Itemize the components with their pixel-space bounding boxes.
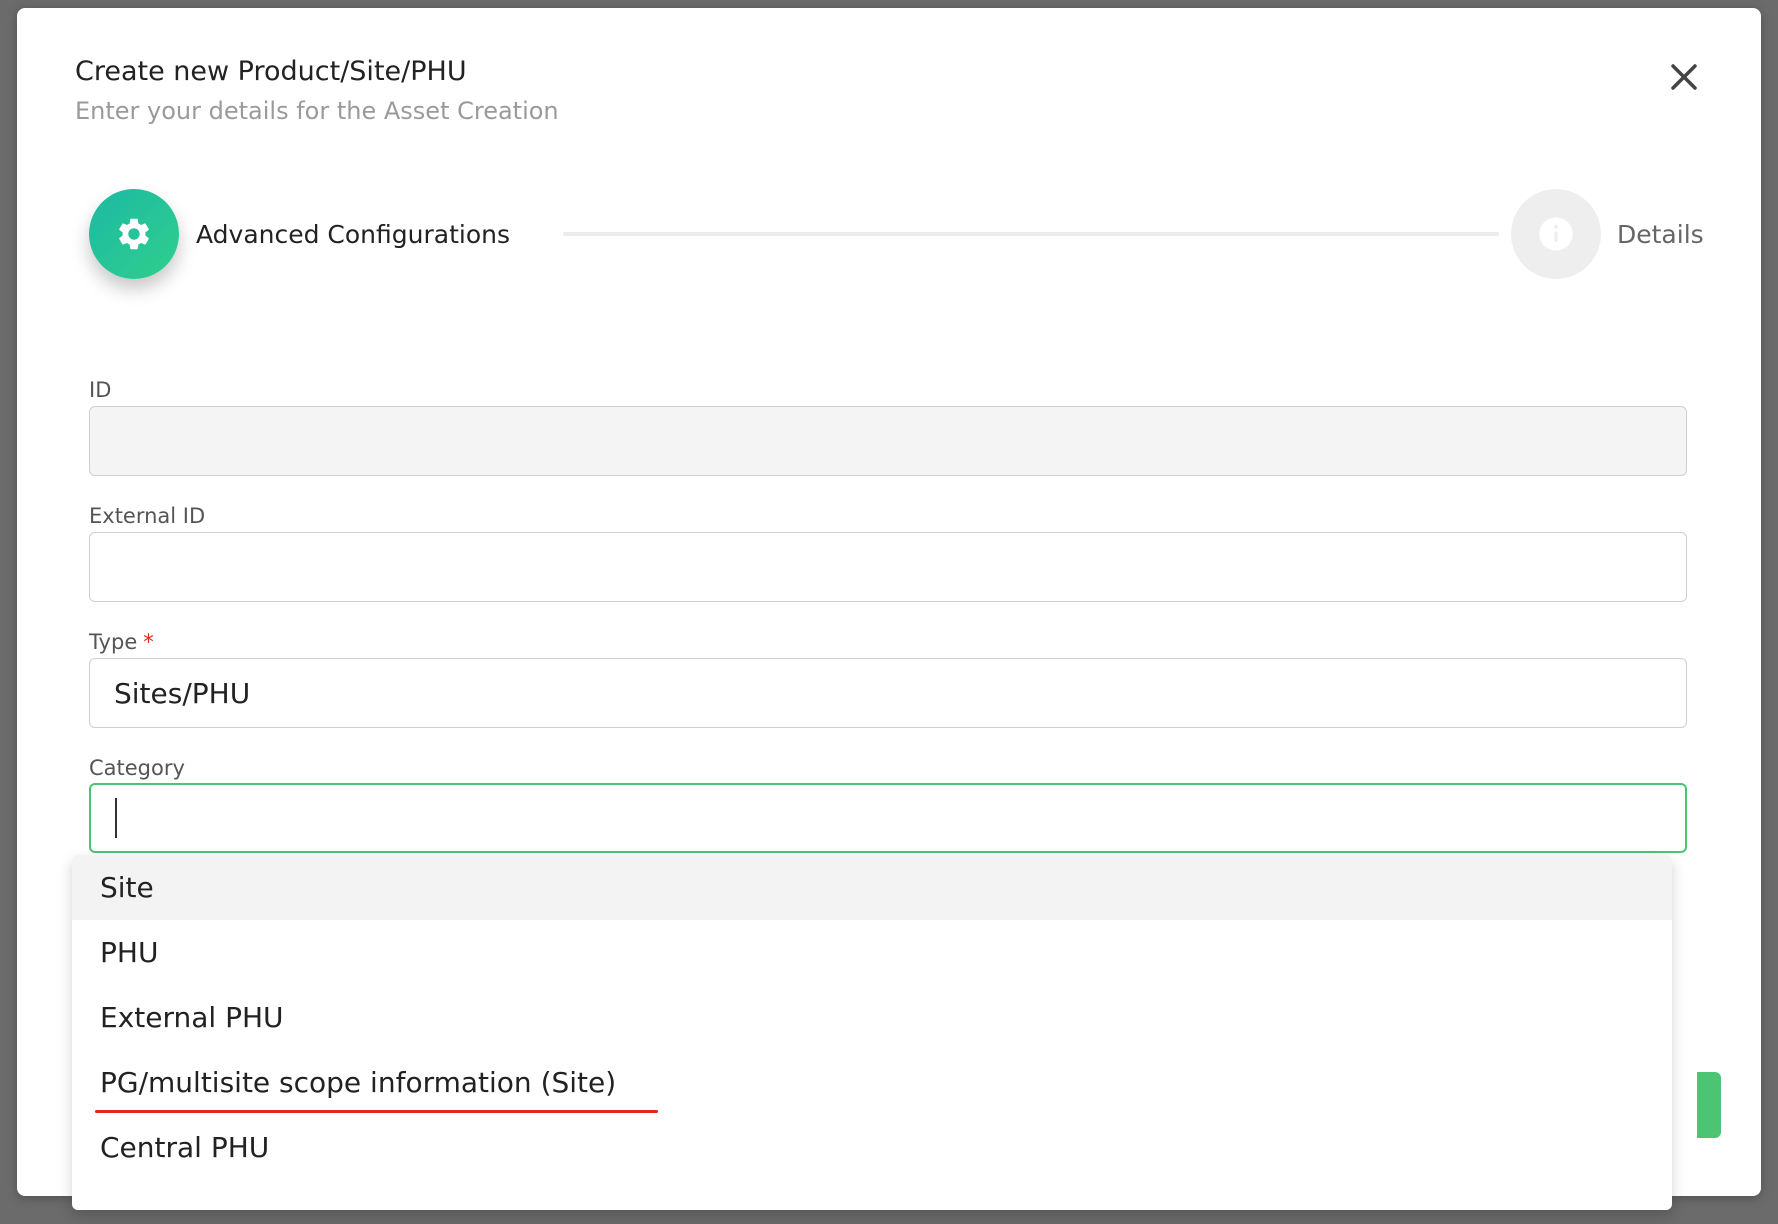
type-value: Sites/PHU [114,676,251,710]
modal-title: Create new Product/Site/PHU [75,56,467,87]
step-label-details: Details [1617,220,1704,249]
option-label: PG/multisite scope information (Site) [100,1066,617,1099]
type-label: Type * [89,630,154,654]
red-underline-annotation [95,1110,658,1113]
stepper: Advanced Configurations Details [89,189,1709,289]
close-icon [1671,64,1697,90]
step-label-advanced-configurations: Advanced Configurations [196,220,511,249]
category-option-central-phu[interactable]: Central PHU [72,1115,1672,1180]
step-advanced-configurations[interactable] [89,189,179,279]
option-label: External PHU [100,1001,284,1034]
text-caret [115,798,117,838]
id-label: ID [89,378,112,402]
close-button[interactable] [1663,56,1705,98]
modal-subtitle: Enter your details for the Asset Creatio… [75,97,559,125]
option-label: PHU [100,936,159,969]
category-input[interactable] [89,783,1687,853]
id-field[interactable] [89,406,1687,476]
submit-button[interactable] [1697,1072,1721,1138]
gear-icon [119,218,149,250]
stepper-connector [563,232,1499,236]
required-mark: * [143,630,154,654]
option-label: Site [100,871,154,904]
category-dropdown: Site PHU External PHU PG/multisite scope… [72,855,1672,1210]
category-option-site[interactable]: Site [72,855,1672,920]
category-option-pg-multisite[interactable]: PG/multisite scope information (Site) [72,1050,1672,1115]
category-label: Category [89,756,185,780]
category-option-phu[interactable]: PHU [72,920,1672,985]
type-field[interactable]: Sites/PHU [89,658,1687,728]
info-icon [1539,217,1573,251]
option-label: Central PHU [100,1131,270,1164]
step-details[interactable] [1511,189,1601,279]
category-option-external-phu[interactable]: External PHU [72,985,1672,1050]
external-id-field[interactable] [89,532,1687,602]
external-id-label: External ID [89,504,206,528]
type-label-text: Type [89,630,138,654]
